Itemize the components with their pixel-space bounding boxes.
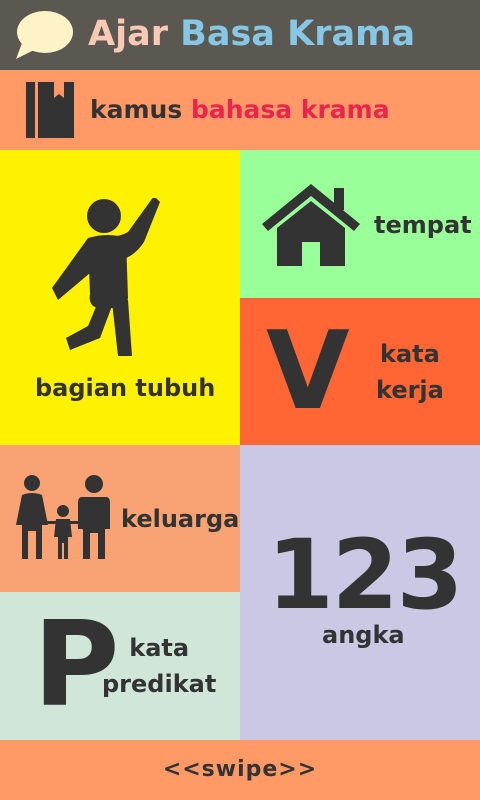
tile-numbers[interactable]: 123 angka (240, 445, 480, 740)
dictionary-label-part2: bahasa krama (190, 95, 390, 124)
tile-verbs-label: kata kerja (376, 336, 444, 408)
tile-body-parts[interactable]: bagian tubuh (0, 150, 240, 445)
tile-family-label: keluarga (121, 505, 240, 533)
house-icon (262, 184, 360, 266)
dictionary-label: kamus bahasa krama (90, 93, 390, 127)
dictionary-label-part1: kamus (90, 95, 183, 124)
number-glyph: 123 (267, 519, 463, 631)
speech-bubble-icon (16, 11, 73, 59)
app-title-part1: Ajar (88, 14, 168, 54)
tile-predicates-label-line2: predikat (102, 670, 217, 698)
tile-predicates-label-line1: kata (129, 634, 190, 662)
family-icon (16, 475, 110, 559)
tile-verbs-label-line1: kata (380, 340, 440, 368)
tile-predicates-label: kata predikat (102, 630, 216, 702)
app-header: Ajar Basa Krama (0, 0, 480, 70)
tile-predicates[interactable]: P kata predikat (0, 592, 240, 740)
tile-body-parts-label: bagian tubuh (35, 374, 216, 402)
app-title: Ajar Basa Krama (88, 12, 415, 56)
jumping-person-icon (52, 198, 160, 356)
swipe-hint: <<swipe>> (162, 757, 318, 782)
swipe-footer[interactable]: <<swipe>> (0, 740, 480, 800)
dictionary-button[interactable]: kamus bahasa krama (0, 70, 480, 150)
tile-places-label: tempat (374, 211, 472, 239)
book-icon (26, 82, 74, 138)
tile-verbs-label-line2: kerja (376, 376, 444, 404)
app-title-part2: Basa Krama (180, 14, 416, 54)
tile-numbers-label: angka (322, 621, 405, 649)
app-screen: Ajar Basa Krama kamus bahasa krama bagia… (0, 0, 480, 800)
verb-glyph: V (266, 309, 350, 434)
tile-verbs[interactable]: V kata kerja (240, 298, 480, 445)
tile-family[interactable]: keluarga (0, 445, 240, 592)
tile-places[interactable]: tempat (240, 150, 480, 298)
